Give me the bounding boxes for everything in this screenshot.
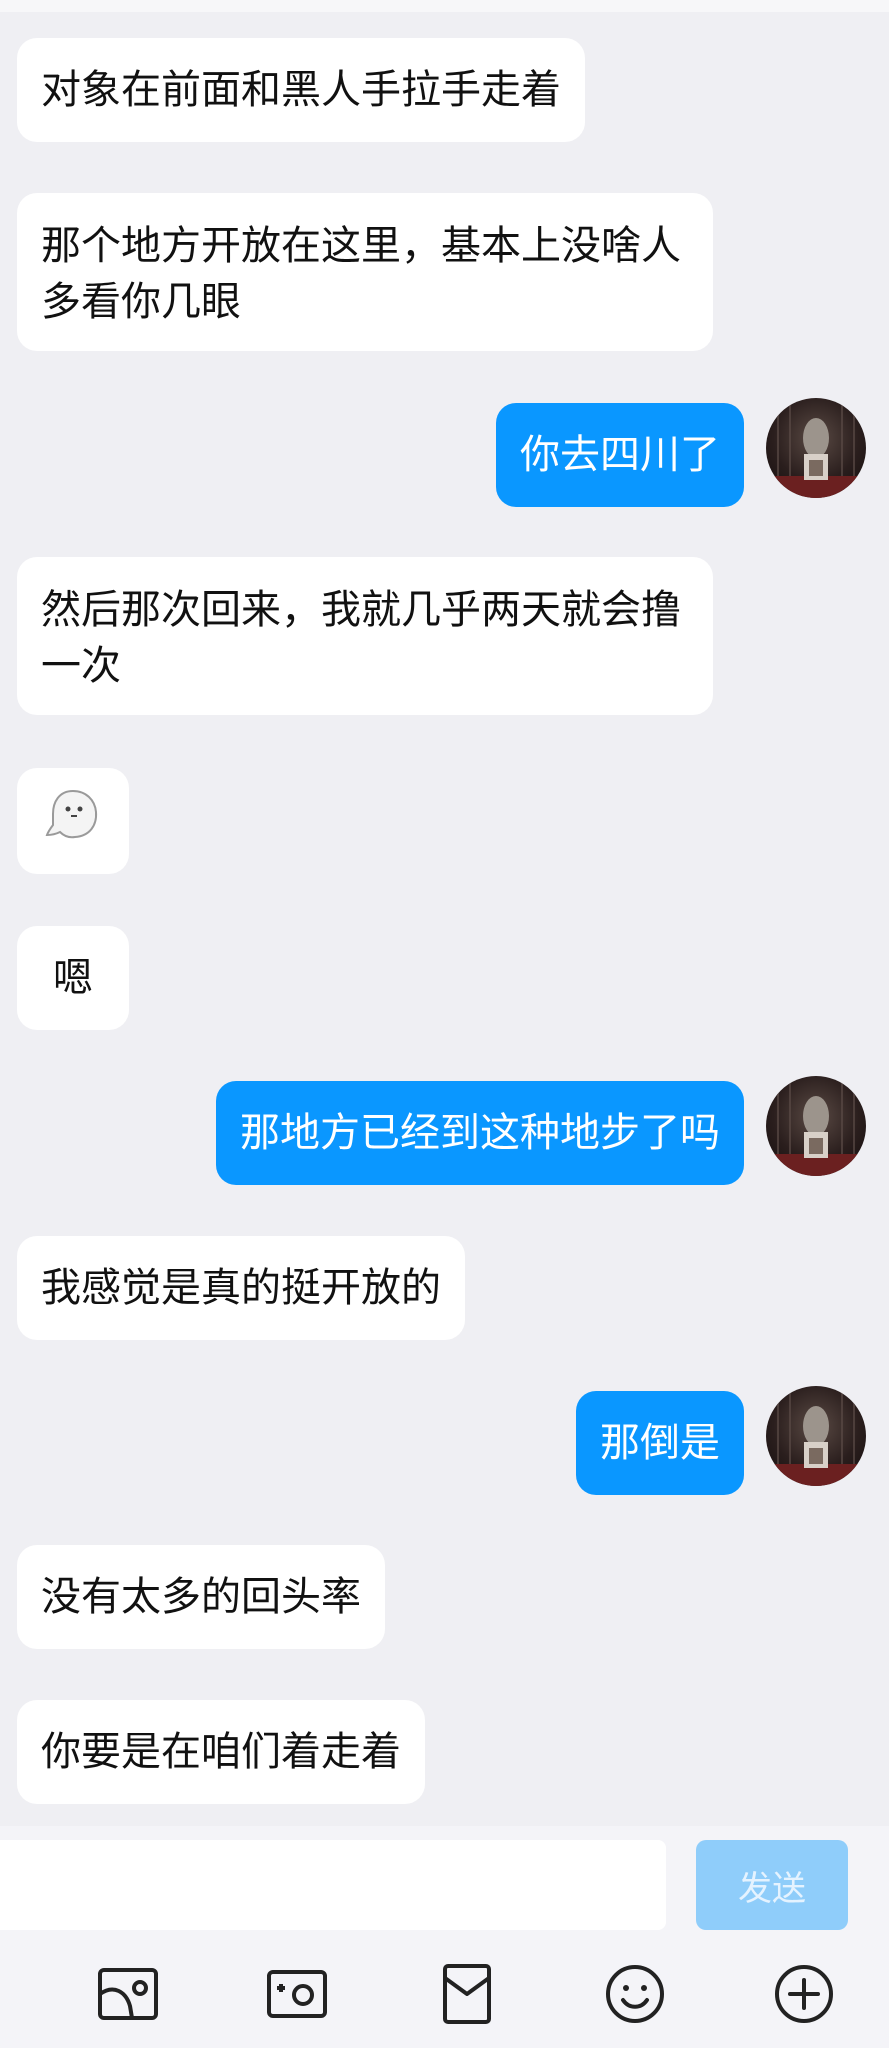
user-avatar[interactable] xyxy=(766,1386,866,1486)
camera-icon[interactable] xyxy=(265,1962,329,2026)
message-bubble-incoming[interactable]: 那个地方开放在这里，基本上没啥人多看你几眼 xyxy=(17,193,713,351)
message-bubble-incoming[interactable]: 我感觉是真的挺开放的 xyxy=(17,1236,465,1340)
message-text: 嗯 xyxy=(53,955,93,1001)
message-bubble-incoming[interactable] xyxy=(17,768,129,874)
message-text: 那倒是 xyxy=(600,1420,720,1466)
avatar-image xyxy=(766,1080,866,1176)
message-bubble-outgoing[interactable]: 那倒是 xyxy=(576,1391,744,1495)
top-status-strip xyxy=(0,0,889,12)
message-bubble-outgoing[interactable]: 那地方已经到这种地步了吗 xyxy=(216,1081,744,1185)
user-avatar[interactable] xyxy=(766,398,866,498)
message-bubble-outgoing[interactable]: 你去四川了 xyxy=(496,403,744,507)
red-packet-icon[interactable] xyxy=(435,1962,499,2026)
message-text: 你要是在咱们着走着 xyxy=(41,1729,401,1775)
message-bubble-incoming[interactable]: 嗯 xyxy=(17,926,129,1030)
message-input[interactable] xyxy=(0,1840,666,1930)
image-icon[interactable] xyxy=(96,1962,160,2026)
message-bubble-incoming[interactable]: 对象在前面和黑人手拉手走着 xyxy=(17,38,585,142)
send-button[interactable]: 发送 xyxy=(696,1840,848,1930)
message-bubble-incoming[interactable]: 你要是在咱们着走着 xyxy=(17,1700,425,1804)
message-text: 对象在前面和黑人手拉手走着 xyxy=(41,67,561,113)
plus-icon[interactable] xyxy=(772,1962,836,2026)
user-avatar[interactable] xyxy=(766,1076,866,1176)
message-text: 然后那次回来，我就几乎两天就会撸一次 xyxy=(41,587,681,689)
message-text: 那个地方开放在这里，基本上没啥人多看你几眼 xyxy=(41,223,681,325)
message-text: 那地方已经到这种地步了吗 xyxy=(240,1110,720,1156)
send-button-label: 发送 xyxy=(738,1868,806,1909)
avatar-image xyxy=(766,402,866,498)
message-text: 你去四川了 xyxy=(520,432,720,478)
message-bubble-incoming[interactable]: 没有太多的回头率 xyxy=(17,1545,385,1649)
message-text: 我感觉是真的挺开放的 xyxy=(41,1265,441,1311)
emoji-icon[interactable] xyxy=(603,1962,667,2026)
message-text: 没有太多的回头率 xyxy=(41,1574,361,1620)
ghost-emoji-icon xyxy=(44,785,102,858)
avatar-image xyxy=(766,1390,866,1486)
message-bubble-incoming[interactable]: 然后那次回来，我就几乎两天就会撸一次 xyxy=(17,557,713,715)
